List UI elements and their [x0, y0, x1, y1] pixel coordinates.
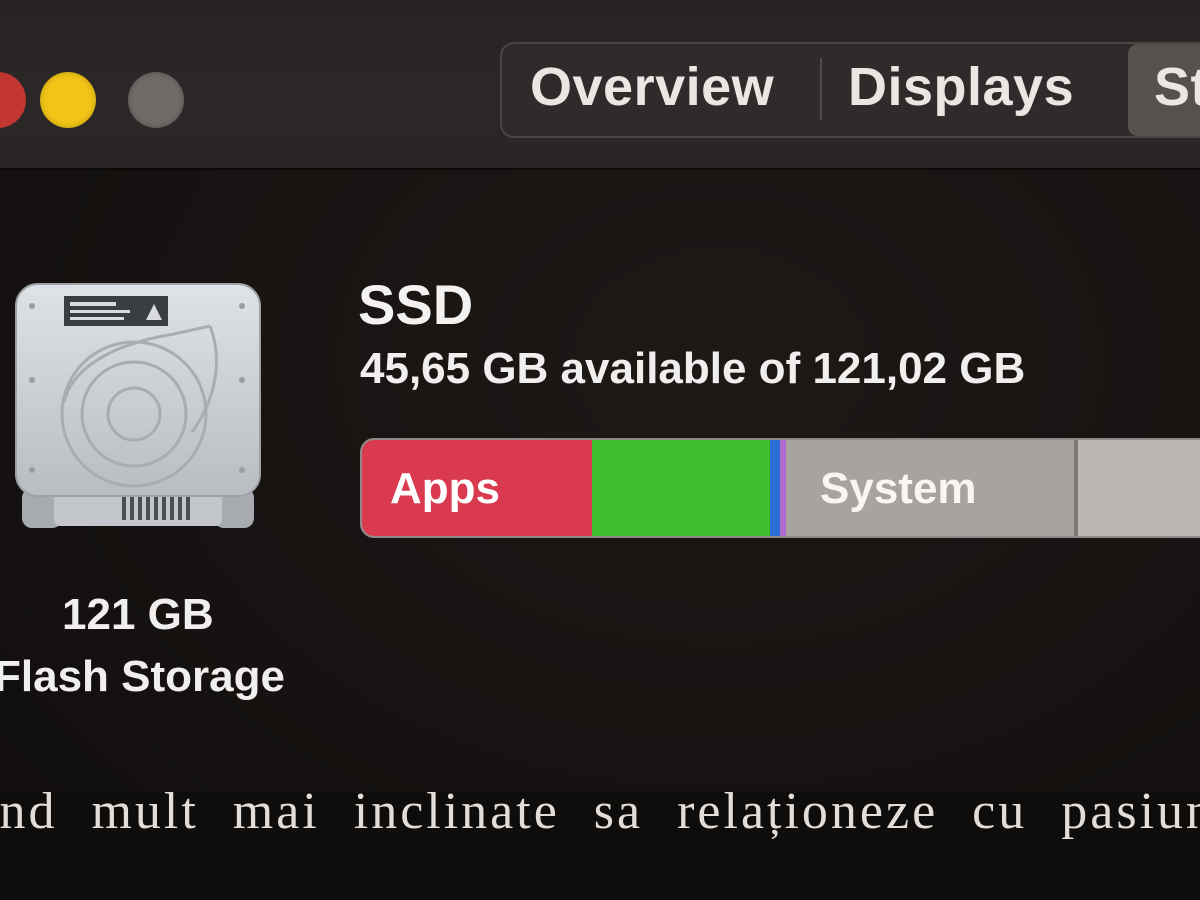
- segmented-tab-control: Overview Displays St: [500, 42, 1200, 138]
- storage-size-label: 121 GB: [62, 590, 214, 639]
- background-text: ind mult mai inclinate sa relaționeze cu…: [0, 783, 1200, 840]
- tab-divider: [820, 58, 822, 120]
- usage-segment-other[interactable]: [1078, 440, 1200, 536]
- storage-usage-bar: Apps System: [360, 438, 1200, 538]
- zoom-button[interactable]: [128, 72, 184, 128]
- usage-segment-label: Apps: [390, 464, 500, 513]
- close-button[interactable]: [0, 72, 26, 128]
- minimize-button[interactable]: [40, 72, 96, 128]
- usage-segment-system[interactable]: System: [786, 440, 1074, 536]
- tab-storage[interactable]: St: [1128, 44, 1200, 136]
- hard-drive-icon: [15, 283, 261, 528]
- usage-segment-blue[interactable]: [770, 440, 780, 536]
- usage-segment-green[interactable]: [592, 440, 770, 536]
- tab-overview[interactable]: Overview: [530, 44, 774, 136]
- usage-segment-apps[interactable]: Apps: [362, 440, 592, 536]
- usage-segment-label: System: [820, 464, 977, 513]
- disk-availability: 45,65 GB available of 121,02 GB: [360, 344, 1026, 393]
- storage-type-label: Flash Storage: [0, 652, 285, 701]
- screen: Overview Displays St: [0, 0, 1200, 900]
- disk-name: SSD: [358, 273, 474, 336]
- tab-displays[interactable]: Displays: [848, 44, 1074, 136]
- window-titlebar: Overview Displays St: [0, 0, 1200, 170]
